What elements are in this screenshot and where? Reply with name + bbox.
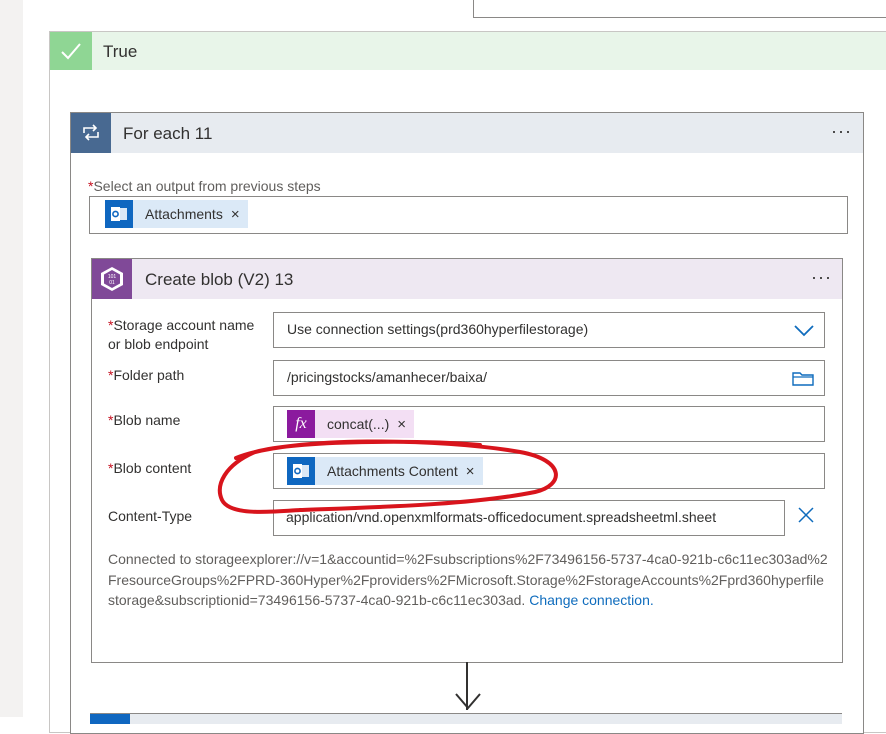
annotation-overlay [217,439,558,514]
next-action-card[interactable] [90,713,842,724]
arrow-down-icon [455,693,481,710]
red-annotation-circle [217,439,558,514]
next-action-icon [90,714,130,724]
